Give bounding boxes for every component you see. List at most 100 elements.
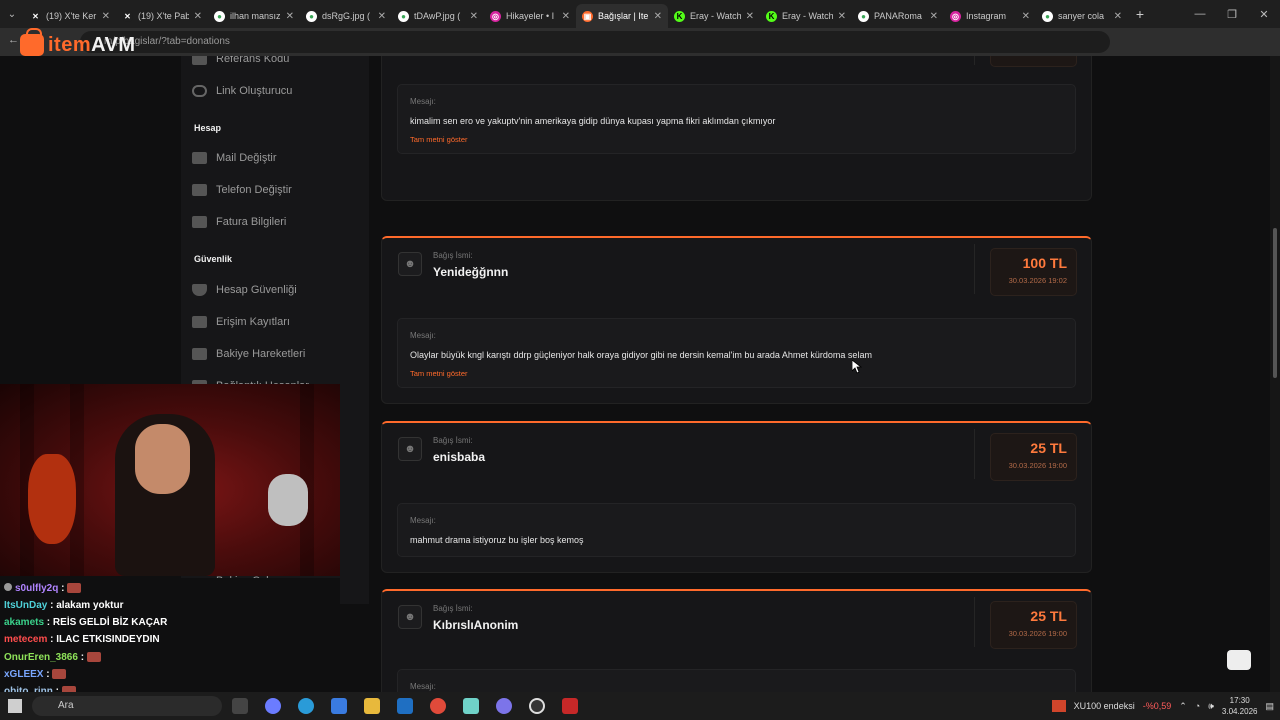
browser-tab[interactable]: ● ilhan mansız ✕ — [208, 4, 300, 28]
browser-tab[interactable]: ● tDAwP.jpg (✕ — [392, 4, 484, 28]
app-icon[interactable] — [463, 698, 479, 714]
browser-tab[interactable]: ● sanyer cola ✕ — [1036, 4, 1128, 28]
task-view-icon[interactable] — [232, 698, 248, 714]
browser-tab[interactable]: ✕ (19) X'te Ker ✕ — [24, 4, 116, 28]
webcam-overlay — [0, 384, 340, 576]
sidebar-item-erisim-kayitlari[interactable]: Erişim Kayıtları — [192, 316, 290, 328]
wallet-icon — [192, 348, 207, 360]
sidebar-item-link-olusturucu[interactable]: Link Oluşturucu — [192, 85, 292, 97]
new-tab-button[interactable]: + — [1128, 6, 1152, 22]
maximize-icon[interactable]: ❐ — [1216, 8, 1248, 21]
tray-chevron-icon[interactable]: ⌃ — [1179, 701, 1187, 712]
user-icon: ☻ — [398, 605, 422, 629]
browser-tab[interactable]: ▣ Bağışlar | Ite ✕ — [576, 4, 668, 28]
chat-separator: : — [44, 617, 53, 628]
sidebar-item-telefon[interactable]: Telefon Değiştir — [192, 184, 292, 196]
donation-amount: 25 TL — [1030, 608, 1067, 624]
chat-separator: : — [47, 634, 57, 645]
chat-username: OnurEren_3866 — [4, 652, 78, 663]
message-box: Mesajı: mahmut drama istiyoruz bu işler b… — [397, 503, 1076, 557]
chat-separator: : — [47, 600, 57, 611]
stock-name[interactable]: XU100 endeksi — [1074, 701, 1135, 711]
chat-message: OnurEren_3866 : — [4, 652, 101, 663]
chat-separator: : — [77, 652, 87, 663]
tab-close-icon[interactable]: ✕ — [1022, 11, 1030, 22]
scrollbar-thumb[interactable] — [1273, 228, 1277, 378]
sidebar-item-mail[interactable]: Mail Değiştir — [192, 152, 277, 164]
tab-close-icon[interactable]: ✕ — [378, 11, 386, 22]
sidebar-item-referans-kodu[interactable]: Referans Kodu — [192, 56, 289, 65]
url-field[interactable]: m/p/bagislar/?tab=donations — [80, 31, 1110, 53]
donation-amount-box: 10 TL 01.04.2026 19:58 — [990, 56, 1077, 67]
browser-tab[interactable]: ● PANARoma ✕ — [852, 4, 944, 28]
tab-label: ilhan mansız — [230, 11, 281, 21]
tab-list-dropdown-icon[interactable]: ⌄ — [0, 9, 24, 20]
donation-amount: 25 TL — [1030, 440, 1067, 456]
microphone-image — [268, 474, 308, 526]
store-icon[interactable] — [331, 698, 347, 714]
stock-chart-icon — [1051, 700, 1066, 712]
support-chat-icon[interactable] — [1227, 650, 1251, 670]
tab-close-icon[interactable]: ✕ — [654, 11, 662, 22]
show-full-text-link[interactable]: Tam metni göster — [410, 135, 468, 144]
chat-username: s0ulfly2q — [15, 583, 59, 594]
tab-close-icon[interactable]: ✕ — [102, 11, 110, 22]
notification-icon[interactable]: ▤ — [1265, 701, 1274, 712]
tab-close-icon[interactable]: ✕ — [838, 11, 846, 22]
clock[interactable]: 17:30 3.04.2026 — [1222, 695, 1258, 717]
emote-icon — [86, 652, 101, 663]
tab-close-icon[interactable]: ✕ — [930, 11, 938, 22]
tab-close-icon[interactable]: ✕ — [562, 11, 570, 22]
browser-tab[interactable]: ● dsRgG.jpg (✕ — [300, 4, 392, 28]
sidebar-item-fatura[interactable]: Fatura Bilgileri — [192, 216, 286, 228]
page-scrollbar[interactable] — [1270, 56, 1280, 692]
discord-icon[interactable] — [496, 698, 512, 714]
tab-label: Eray - Watch — [782, 11, 833, 21]
start-icon[interactable] — [8, 699, 22, 713]
streamer-app-icon[interactable] — [562, 698, 578, 714]
windows-taskbar: Ara XU100 endeksi -%0,59 ⌃ ◔ 🕪 17:30 3.0… — [0, 692, 1280, 720]
sidebar-item-hesap-guvenligi[interactable]: Hesap Güvenliği — [192, 284, 297, 296]
browser-tab[interactable]: ◎ Instagram ✕ — [944, 4, 1036, 28]
mail-icon — [192, 152, 207, 164]
outlook-icon[interactable] — [397, 698, 413, 714]
tab-close-icon[interactable]: ✕ — [194, 11, 202, 22]
browser-tab[interactable]: ◎ Hikayeler • I ✕ — [484, 4, 576, 28]
chrome-taskbar-icon[interactable] — [430, 698, 446, 714]
show-full-text-link[interactable]: Tam metni göster — [410, 369, 468, 378]
chat-username: ItsUnDay — [4, 600, 48, 611]
chat-separator: : — [58, 583, 68, 594]
tab-close-icon[interactable]: ✕ — [470, 11, 478, 22]
network-icon[interactable]: ◔ — [1195, 701, 1200, 711]
donor-name: Yenideğğnnn — [433, 265, 509, 279]
tab-close-icon[interactable]: ✕ — [1114, 11, 1122, 22]
message-label: Mesajı: — [410, 331, 436, 340]
obs-icon[interactable] — [529, 698, 545, 714]
shopping-bag-icon — [20, 28, 44, 56]
sidebar-item-bakiye-hareketleri[interactable]: Bakiye Hareketleri — [192, 348, 305, 360]
browser-tab[interactable]: K Eray - Watch ✕ — [760, 4, 852, 28]
itemavm-logo[interactable]: item AVM — [20, 28, 136, 62]
chrome-icon: ● — [858, 10, 869, 22]
copilot-icon[interactable] — [265, 698, 281, 714]
address-bar: ← m/p/bagislar/?tab=donations ☆ ● ⧸ ✚ ≡ … — [0, 28, 1280, 75]
browser-tab[interactable]: K Eray - Watch ✕ — [668, 4, 760, 28]
tab-close-icon[interactable]: ✕ — [286, 11, 294, 22]
taskbar-search[interactable]: Ara — [32, 696, 222, 716]
tab-label: dsRgG.jpg ( — [322, 11, 371, 21]
volume-icon[interactable]: 🕪 — [1208, 701, 1214, 712]
file-explorer-icon[interactable] — [364, 698, 380, 714]
close-window-icon[interactable]: ✕ — [1248, 8, 1280, 21]
chat-text: REİS GELDİ BİZ KAÇAR — [52, 617, 168, 628]
message-text: mahmut drama istiyoruz bu işler boş kemo… — [410, 535, 584, 545]
edge-icon[interactable] — [298, 698, 314, 714]
tab-close-icon[interactable]: ✕ — [746, 11, 754, 22]
donation-card: ☻ Bağış İsmi: enisbaba 25 TL 30.03.2026 … — [381, 421, 1092, 573]
browser-tab[interactable]: ✕ (19) X'te Pab ✕ — [116, 4, 208, 28]
donor-name-label: Bağış İsmi: — [433, 251, 473, 260]
message-box: Mesajı: kimalim sen ero ve yakuptv'nin am… — [397, 84, 1076, 154]
minimize-icon[interactable]: — — [1184, 8, 1216, 20]
chat-message: xGLEEX : — [4, 669, 67, 680]
back-icon[interactable]: ← — [8, 34, 19, 46]
chat-separator: : — [43, 669, 53, 680]
